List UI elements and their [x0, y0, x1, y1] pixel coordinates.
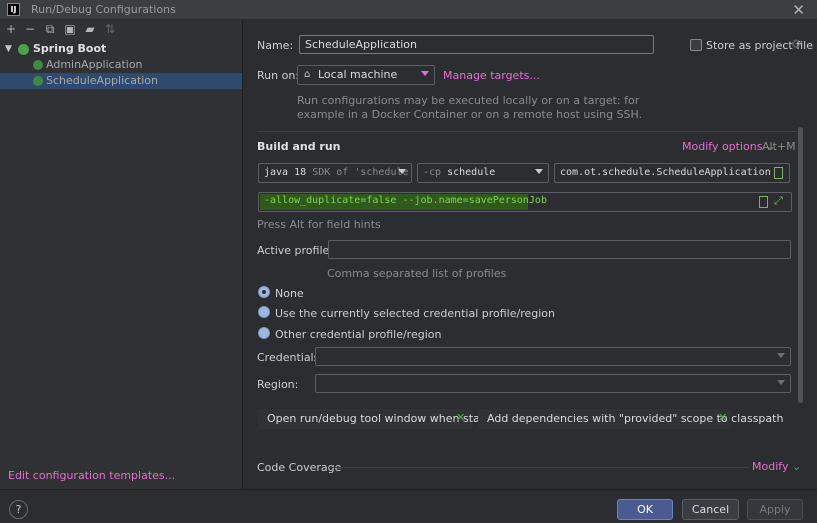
tree-item-label: AdminApplication	[46, 58, 143, 71]
save-icon[interactable]: ▣	[64, 23, 76, 35]
browse-document-icon[interactable]	[774, 167, 783, 179]
chevron-down-icon	[535, 169, 543, 174]
copy-icon[interactable]: ⧉	[44, 23, 56, 35]
manage-targets-link[interactable]: Manage targets...	[443, 69, 540, 82]
option-chip-open-tool-window: Open run/debug tool window when started …	[258, 409, 502, 429]
close-icon[interactable]: ✕	[456, 411, 465, 424]
title-bar: IJ Run/Debug Configurations ✕	[0, 0, 817, 20]
region-label: Region:	[257, 378, 299, 391]
modify-options-shortcut: Alt+M	[762, 140, 796, 153]
home-icon: ⌂	[304, 69, 311, 80]
radio-current-credential-label: Use the currently selected credential pr…	[275, 307, 555, 320]
chevron-down-icon	[777, 380, 785, 385]
java-version: java 18	[264, 167, 307, 178]
chevron-down-icon: ⌄	[791, 460, 802, 473]
apply-button[interactable]: Apply	[747, 499, 803, 520]
region-dropdown[interactable]	[315, 374, 791, 393]
radio-none[interactable]	[258, 286, 270, 298]
radio-current-credential[interactable]	[258, 306, 270, 318]
configuration-editor: Name: ScheduleApplication Store as proje…	[244, 20, 817, 489]
intellij-logo-icon: IJ	[7, 3, 20, 16]
name-label: Name:	[257, 39, 294, 52]
tree-item-label: ScheduleApplication	[46, 74, 159, 87]
radio-other-credential-label: Other credential profile/region	[275, 328, 442, 341]
active-profiles-hint: Comma separated list of profiles	[327, 267, 507, 280]
credentials-label: Credentials:	[257, 351, 324, 364]
tree-item-label: Spring Boot	[33, 42, 107, 55]
name-field[interactable]: ScheduleApplication	[299, 35, 654, 54]
program-arguments-field[interactable]: -allow_duplicate=false --job.name=savePe…	[258, 192, 792, 212]
java-sdk-hint: SDK of 'schedule	[312, 167, 409, 178]
remove-icon[interactable]: −	[24, 23, 36, 35]
move-to-folder-icon[interactable]: ▰	[84, 23, 96, 35]
dialog-button-bar: ? OK Cancel Apply	[0, 489, 817, 523]
main-class-field[interactable]: com.ot.schedule.ScheduleApplication	[554, 163, 790, 183]
active-profiles-label: Active profiles:	[257, 244, 339, 257]
run-on-hint-line-2: example in a Docker Container or on a re…	[297, 108, 643, 121]
credentials-dropdown[interactable]	[315, 347, 791, 366]
spring-boot-app-icon	[33, 60, 43, 70]
cp-prefix: -cp	[423, 167, 442, 178]
window-title: Run/Debug Configurations	[31, 3, 176, 16]
store-as-project-file-checkbox[interactable]	[690, 39, 702, 51]
edit-configuration-templates-link[interactable]: Edit configuration templates...	[8, 469, 175, 482]
radio-other-credential[interactable]	[258, 327, 270, 339]
tree-toolbar: + − ⧉ ▣ ▰ ⇅	[0, 20, 242, 40]
separator	[257, 131, 797, 132]
tree-item-admin-application[interactable]: AdminApplication	[0, 57, 242, 73]
tree-item-spring-boot[interactable]: ▼ Spring Boot	[0, 41, 242, 57]
build-and-run-title: Build and run	[257, 140, 341, 153]
option-chip-provided-scope: Add dependencies with "provided" scope t…	[478, 409, 783, 429]
field-hints-text: Press Alt for field hints	[257, 218, 381, 231]
add-icon[interactable]: +	[5, 23, 17, 35]
radio-none-label: None	[275, 287, 304, 300]
spring-boot-icon	[18, 44, 29, 55]
chevron-down-icon[interactable]: ▼	[5, 41, 12, 57]
separator	[329, 467, 749, 468]
run-on-dropdown[interactable]: ⌂ Local machine	[297, 65, 435, 85]
vertical-scrollbar[interactable]	[798, 127, 803, 403]
cancel-button[interactable]: Cancel	[682, 499, 739, 520]
active-profiles-field[interactable]	[328, 240, 791, 259]
gear-icon[interactable]: ⚙	[791, 37, 802, 51]
chevron-down-icon	[777, 353, 785, 358]
cp-value: schedule	[447, 167, 496, 178]
classpath-module-dropdown[interactable]: -cp schedule	[417, 163, 549, 183]
code-coverage-modify-link[interactable]: Modify ⌄	[752, 460, 801, 473]
expand-icon[interactable]: ⤢	[774, 194, 783, 208]
help-button[interactable]: ?	[9, 500, 28, 519]
close-icon[interactable]: ✕	[792, 1, 805, 19]
configuration-tree-panel: + − ⧉ ▣ ▰ ⇅ ▼ Spring Boot AdminApplicati…	[0, 20, 243, 489]
run-on-label: Run on:	[257, 69, 299, 82]
ok-button[interactable]: OK	[617, 499, 673, 520]
chevron-down-icon	[421, 71, 429, 76]
run-on-hint-line-1: Run configurations may be executed local…	[297, 94, 640, 107]
spring-boot-app-icon	[33, 76, 43, 86]
sort-icon[interactable]: ⇅	[104, 23, 116, 35]
document-icon[interactable]	[759, 196, 768, 208]
chevron-down-icon	[398, 169, 406, 174]
jre-dropdown[interactable]: java 18 SDK of 'schedule	[258, 163, 412, 183]
tree-item-schedule-application[interactable]: ScheduleApplication	[0, 73, 242, 89]
close-icon[interactable]: ✕	[718, 411, 727, 424]
